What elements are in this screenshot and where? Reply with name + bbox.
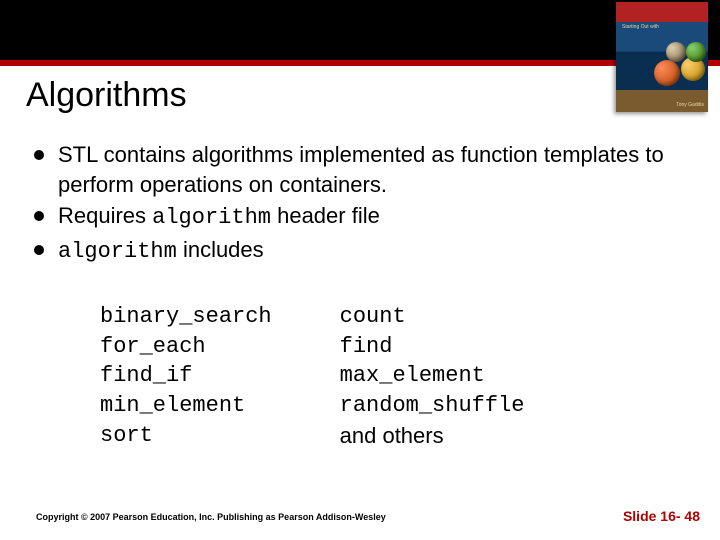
cover-text-top: Starting Out with [622,24,659,30]
algorithm-table: binary_search for_each find_if min_eleme… [100,302,524,450]
code-text: algorithm [58,239,177,264]
code-text: algorithm [152,205,271,230]
cover-ball [686,42,706,62]
bullet-text: includes [177,237,264,262]
cover-ball [654,60,680,86]
algo-column-left: binary_search for_each find_if min_eleme… [100,302,272,450]
slide-title: Algorithms [26,76,187,115]
copyright-text: Copyright © 2007 Pearson Education, Inc.… [36,512,386,522]
cover-text-author: Tony Gaddis [676,102,704,108]
bullet-item: Requires algorithm header file [30,201,690,233]
algo-name: max_element [340,361,525,391]
algo-column-right: count find max_element random_shuffle an… [340,302,525,450]
algo-name: find_if [100,361,272,391]
header-bar [0,0,720,60]
bullet-text: STL contains algorithms implemented as f… [58,142,664,197]
algo-name: binary_search [100,302,272,332]
bullet-item: STL contains algorithms implemented as f… [30,140,690,199]
algo-name: min_element [100,391,272,421]
algo-name: count [340,302,525,332]
algo-name: random_shuffle [340,391,525,421]
algo-name: for_each [100,332,272,362]
red-strip [0,60,720,66]
bullet-list: STL contains algorithms implemented as f… [30,140,690,267]
cover-ball [666,42,686,62]
algo-name: sort [100,421,272,451]
slide-number: Slide 16- 48 [623,508,700,524]
bullet-item: algorithm includes [30,235,690,267]
algo-name: find [340,332,525,362]
slide-body: STL contains algorithms implemented as f… [30,140,690,269]
bullet-text: header file [271,203,380,228]
bullet-text: Requires [58,203,152,228]
book-cover-image: Starting Out with Tony Gaddis [616,2,708,112]
algo-text: and others [340,421,525,451]
